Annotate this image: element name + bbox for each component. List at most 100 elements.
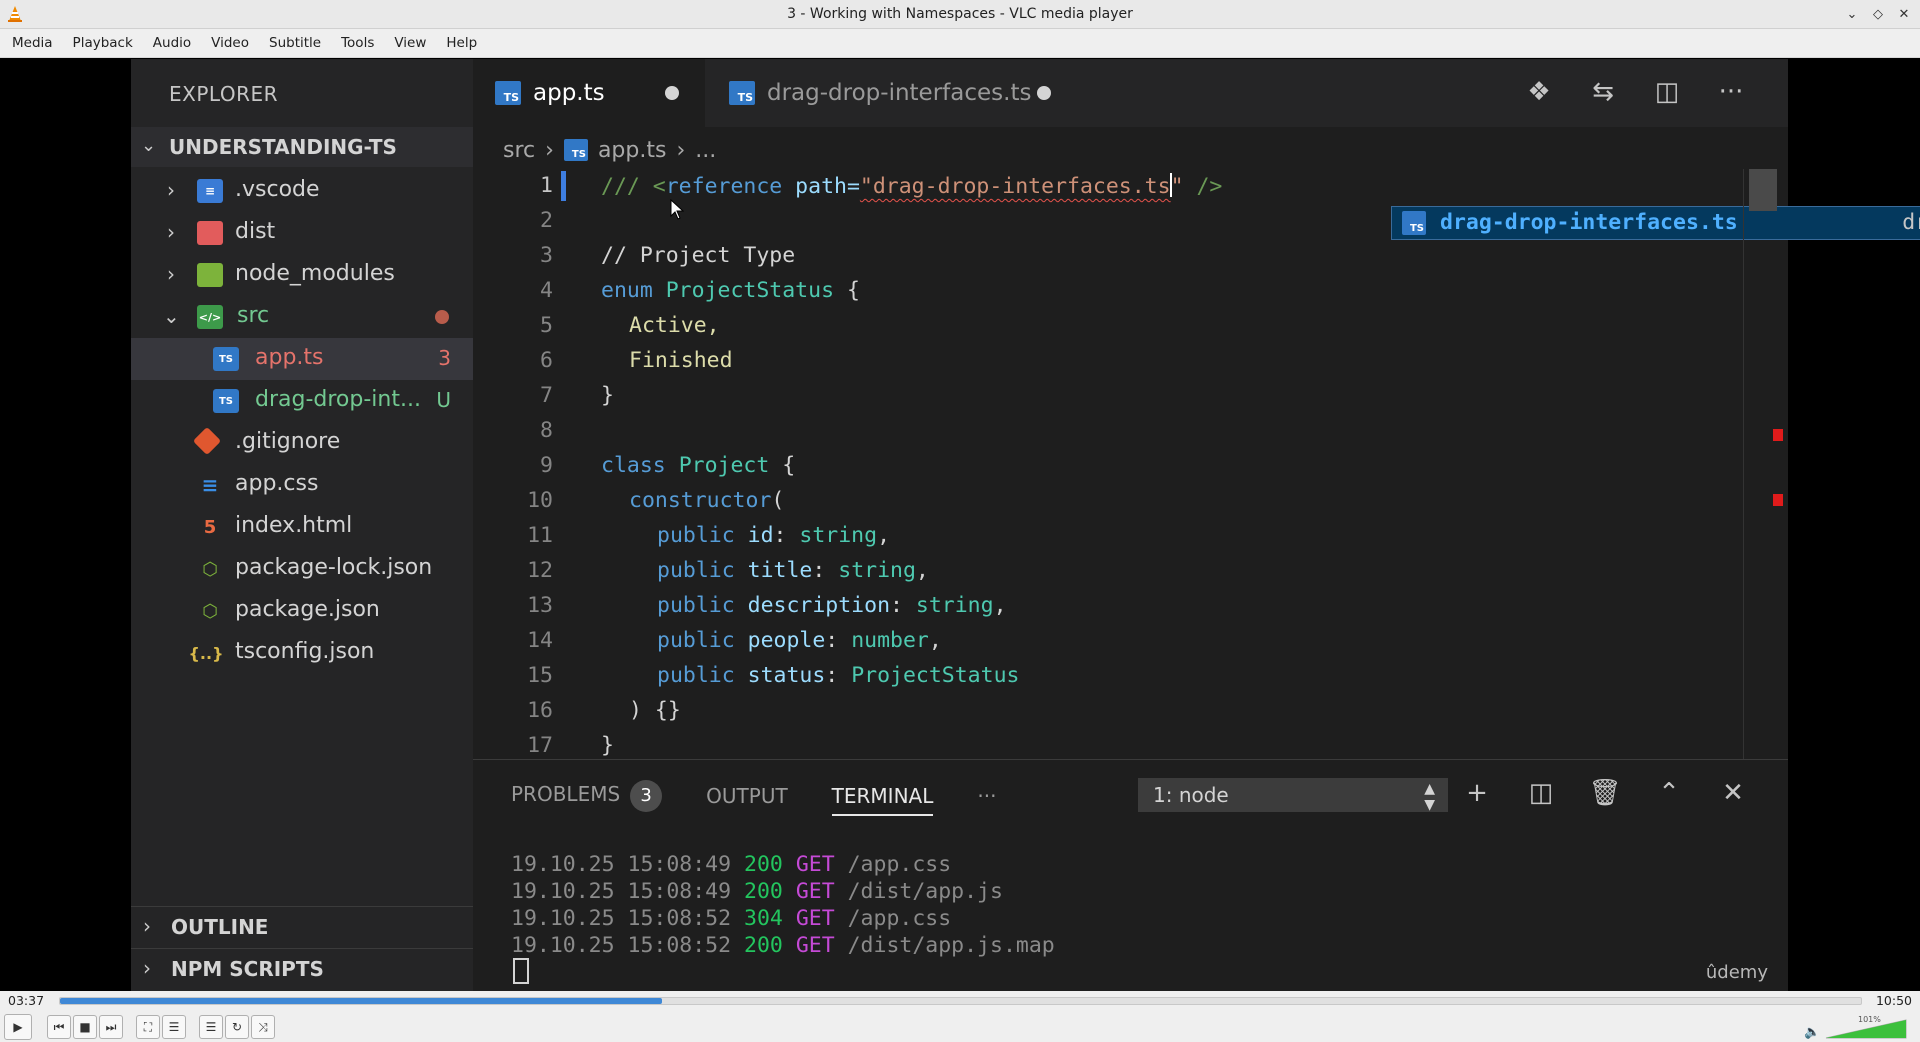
minimap-slider (1749, 169, 1777, 211)
tree-item-node-modules: › node_modules (131, 254, 473, 296)
code-token: public (657, 663, 735, 688)
line-number: 15 (527, 663, 553, 688)
code-token: public (657, 523, 735, 548)
udemy-watermark: ûdemy (1705, 962, 1768, 983)
log-date: 19.10.25 15:08:52 (511, 933, 732, 958)
ts-file-icon: TS (1402, 211, 1426, 235)
tree-item-app-css: ≡ app.css (131, 464, 473, 506)
line-text: public title: string, (657, 558, 929, 583)
error-marker (1773, 494, 1783, 506)
code-line: 10 constructor( (473, 484, 1743, 519)
code-token: public (657, 593, 735, 618)
code-line: 11 public id: string, (473, 519, 1743, 554)
code-token: ProjectStatus (665, 278, 835, 303)
line-text: // Project Type (601, 243, 796, 268)
code-line: 14 public people: number, (473, 624, 1743, 659)
explorer-sidebar: EXPLORER ⌄ UNDERSTANDING-TS › ≡ .vscode … (131, 59, 473, 991)
extended-settings-icon[interactable]: ☰ (162, 1015, 186, 1039)
menu-help[interactable]: Help (436, 29, 487, 58)
shuffle-icon[interactable]: ⤨ (251, 1015, 275, 1039)
line-text: public people: number, (657, 628, 942, 653)
more-actions-icon: ··· (1718, 77, 1744, 107)
tree-item-label: app.ts (255, 345, 324, 370)
volume-slider[interactable]: 🔈 101% (1800, 1014, 1910, 1040)
line-number: 2 (540, 208, 553, 233)
tree-item-vscode: › ≡ .vscode (131, 170, 473, 212)
editor-overview-ruler (1743, 169, 1788, 759)
tree-item-label: package-lock.json (235, 555, 433, 580)
speaker-icon: 🔈 (1804, 1025, 1820, 1040)
menu-media[interactable]: Media (2, 29, 63, 58)
code-token: public (657, 628, 735, 653)
trash-icon: 🗑 (1588, 778, 1622, 808)
tree-item-src: ⌄ </> src (131, 296, 473, 338)
chevron-right-icon: › (167, 262, 175, 286)
code-line: 8 (473, 414, 1743, 449)
fullscreen-icon[interactable]: ⛶ (136, 1015, 160, 1039)
code-token: public (657, 558, 735, 583)
terminal-line: 19.10.25 15:08:52 304 GET /app.css (511, 906, 1055, 933)
maximize-button[interactable]: ◇ (1868, 4, 1888, 24)
chevron-up-icon: ⌃ (1658, 778, 1680, 808)
breadcrumb-file: app.ts (597, 137, 667, 163)
editor-tab-bar: TS app.ts TS drag-drop-interfaces.ts ❖ ⇆… (473, 59, 1788, 127)
menu-view[interactable]: View (384, 29, 436, 58)
menu-audio[interactable]: Audio (143, 29, 201, 58)
log-status: 200 (744, 852, 783, 877)
tab-problems: PROBLEMS 3 (511, 780, 663, 812)
code-token: string (915, 593, 994, 618)
chevron-down-icon: ⌄ (141, 135, 157, 156)
git-compare-icon: ❖ (1527, 77, 1551, 107)
tree-item-label: app.css (235, 471, 319, 496)
tree-item-label: package.json (235, 597, 380, 622)
seek-slider[interactable] (59, 997, 1862, 1005)
line-text: public status: ProjectStatus (657, 663, 1020, 688)
explorer-title: EXPLORER (169, 82, 278, 106)
line-text: /// <reference path="drag-drop-interface… (601, 173, 1222, 199)
code-token: " (1170, 174, 1184, 199)
code-line: 6 Finished (473, 344, 1743, 379)
code-token: { (769, 453, 796, 478)
previous-icon[interactable]: ⏮ (47, 1015, 71, 1039)
bottom-panel: PROBLEMS 3 OUTPUT TERMINAL ··· 1: node ▲ ▼… (473, 759, 1788, 991)
unsaved-dot-icon (665, 86, 679, 100)
playlist-icon[interactable]: ☰ (199, 1015, 223, 1039)
line-text: } (601, 733, 614, 758)
line-text: class Project { (601, 453, 795, 478)
line-number: 6 (540, 348, 553, 373)
code-line: 5 Active, (473, 309, 1743, 344)
close-window-button[interactable]: ✕ (1894, 4, 1914, 24)
terminal-output: 19.10.25 15:08:49 200 GET /app.css 19.10… (511, 852, 1055, 960)
video-surface[interactable]: EXPLORER ⌄ UNDERSTANDING-TS › ≡ .vscode … (0, 59, 1920, 991)
code-token: "drag-drop-interfaces.ts (859, 174, 1171, 199)
tree-item-label: .vscode (235, 177, 320, 202)
suggestion-label: drag-drop-interfaces.ts (1440, 210, 1738, 235)
minimize-button[interactable]: ⌄ (1842, 4, 1862, 24)
code-editor: 1 /// <reference path="drag-drop-interfa… (473, 169, 1743, 759)
playback-controls: ▶ ⏮ ■ ⏭ ⛶ ☰ ☰ ↻ ⤨ 🔈 101% (0, 1011, 1920, 1042)
line-number: 8 (540, 418, 553, 443)
log-path: /app.css (847, 906, 952, 931)
line-number: 5 (540, 313, 553, 338)
chevron-right-icon: › (676, 137, 686, 163)
play-button[interactable]: ▶ (4, 1014, 32, 1040)
menu-tools[interactable]: Tools (331, 29, 384, 58)
json-node-file-icon: ⬡ (202, 558, 218, 580)
line-text: enum ProjectStatus { (601, 278, 860, 303)
menu-subtitle[interactable]: Subtitle (259, 29, 331, 58)
log-path: /dist/app.js.map (847, 933, 1055, 958)
menu-video[interactable]: Video (201, 29, 259, 58)
next-icon[interactable]: ⏭ (99, 1015, 123, 1039)
npm-scripts-label: NPM SCRIPTS (171, 957, 324, 981)
breadcrumb: src › TS app.ts › ... (503, 133, 716, 167)
chevron-right-icon: › (545, 137, 554, 163)
loop-icon[interactable]: ↻ (225, 1015, 249, 1039)
line-text: ) {} (629, 698, 681, 723)
open-changes-icon: ⇆ (1592, 77, 1614, 107)
menu-playback[interactable]: Playback (63, 29, 143, 58)
tree-item-index-html: 5 index.html (131, 506, 473, 548)
tree-item-label: drag-drop-int... (255, 387, 421, 412)
log-status: 200 (744, 879, 783, 904)
tree-item-label: dist (235, 219, 276, 244)
stop-icon[interactable]: ■ (73, 1015, 97, 1039)
